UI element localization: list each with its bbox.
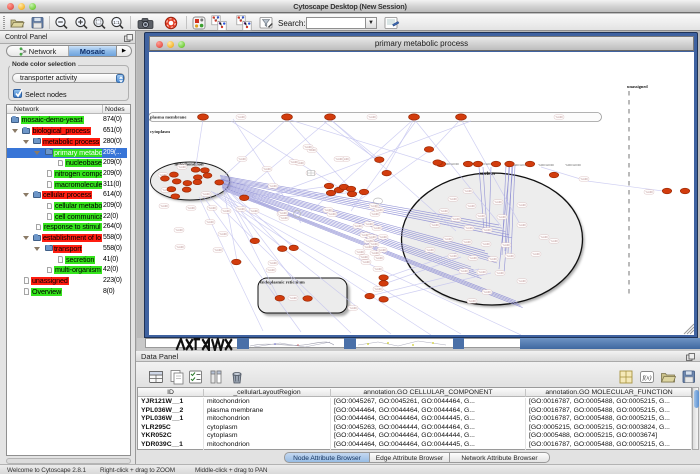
- svg-text:Yxx00: Yxx00: [496, 271, 504, 275]
- svg-text:Yxx00: Yxx00: [250, 209, 258, 213]
- svg-text:Yxx00: Yxx00: [431, 223, 439, 227]
- svg-text:nucleus: nucleus: [479, 172, 495, 177]
- svg-text:Yx00 GO:00: Yx00 GO:00: [565, 163, 581, 167]
- svg-text:Yxx00: Yxx00: [375, 208, 383, 212]
- svg-text:Yxx00: Yxx00: [373, 226, 381, 230]
- svg-text:Yxx00: Yxx00: [160, 204, 168, 208]
- svg-text:Yxx00: Yxx00: [263, 167, 271, 171]
- svg-text:Yxx00: Yxx00: [175, 228, 183, 232]
- svg-text:Yxx00: Yxx00: [645, 190, 653, 194]
- svg-text:Yxx00: Yxx00: [440, 209, 448, 213]
- svg-text:Yxx00: Yxx00: [464, 189, 472, 193]
- svg-text:Yxx00: Yxx00: [368, 235, 376, 239]
- svg-text:Yxx00: Yxx00: [379, 235, 387, 239]
- svg-text:Yxx00: Yxx00: [467, 204, 475, 208]
- svg-text:Yxx00: Yxx00: [449, 254, 457, 258]
- svg-text:Yxx00: Yxx00: [426, 248, 434, 252]
- svg-text:Yxx00: Yxx00: [222, 209, 230, 213]
- svg-text:Yxx00: Yxx00: [506, 254, 514, 258]
- svg-text:Yxx00: Yxx00: [354, 224, 362, 228]
- svg-text:Yxx00: Yxx00: [483, 290, 491, 294]
- svg-text:Yxx00: Yxx00: [328, 212, 336, 216]
- svg-text:Yxx00: Yxx00: [370, 242, 378, 246]
- svg-text:Yxx00: Yxx00: [371, 212, 379, 216]
- svg-text:Yxx00: Yxx00: [444, 237, 452, 241]
- svg-text:unassigned: unassigned: [627, 84, 648, 89]
- svg-text:Yxx00: Yxx00: [269, 184, 277, 188]
- svg-text:Yxx00: Yxx00: [237, 207, 245, 211]
- svg-text:Yxx00: Yxx00: [498, 215, 506, 219]
- svg-text:Yxx00: Yxx00: [468, 299, 476, 303]
- svg-text:Yxx00: Yxx00: [267, 268, 275, 272]
- svg-text:Yxx00: Yxx00: [335, 157, 343, 161]
- svg-text:Yxx00: Yxx00: [460, 269, 468, 273]
- svg-text:Yxx00: Yxx00: [518, 223, 526, 227]
- svg-text:Yxx00: Yxx00: [449, 197, 457, 201]
- svg-text:Yxx00: Yxx00: [374, 287, 382, 291]
- svg-text:Yxx00: Yxx00: [362, 260, 370, 264]
- svg-text:Yxx00: Yxx00: [187, 206, 195, 210]
- svg-text:Yxx00: Yxx00: [375, 256, 383, 260]
- svg-text:f(x): f(x): [642, 375, 651, 382]
- svg-text:Yxx00: Yxx00: [452, 217, 460, 221]
- svg-text:Yxx00: Yxx00: [371, 251, 379, 255]
- svg-text:Yx00 GO:00: Yx00 GO:00: [538, 163, 554, 167]
- svg-text:Yxx00: Yxx00: [279, 211, 287, 215]
- svg-text:Yxx00: Yxx00: [269, 261, 277, 265]
- svg-text:Yxx00: Yxx00: [494, 200, 502, 204]
- svg-text:Yxx00: Yxx00: [324, 208, 332, 212]
- svg-text:Yxx00: Yxx00: [178, 165, 186, 169]
- svg-text:Yxx00: Yxx00: [368, 115, 376, 119]
- svg-text:Yxx00: Yxx00: [477, 214, 485, 218]
- svg-text:Yxx00: Yxx00: [550, 239, 558, 243]
- svg-text:Yxx00: Yxx00: [555, 115, 563, 119]
- svg-text:Yxx00: Yxx00: [238, 157, 246, 161]
- svg-text:Yxx00: Yxx00: [478, 270, 486, 274]
- svg-text:plasma membrane: plasma membrane: [150, 115, 186, 120]
- svg-text:1:1: 1:1: [113, 20, 120, 25]
- svg-text:Yxx00: Yxx00: [356, 250, 364, 254]
- svg-text:Yxx00: Yxx00: [176, 245, 184, 249]
- svg-text:Yxx00: Yxx00: [540, 235, 548, 239]
- svg-text:Yxx00: Yxx00: [365, 222, 373, 226]
- svg-text:Yxx00: Yxx00: [206, 220, 214, 224]
- svg-text:Yxx00: Yxx00: [202, 192, 210, 196]
- svg-text:Yxx00: Yxx00: [208, 206, 216, 210]
- svg-text:Yxx00: Yxx00: [374, 267, 382, 271]
- svg-text:Yxx00: Yxx00: [532, 252, 540, 256]
- svg-text:Yxx00: Yxx00: [469, 256, 477, 260]
- svg-text:Yxx00: Yxx00: [482, 242, 490, 246]
- svg-text:Yxx00: Yxx00: [518, 279, 526, 283]
- svg-text:Yxx00: Yxx00: [463, 240, 471, 244]
- svg-text:Yxx00: Yxx00: [280, 216, 288, 220]
- svg-text:Yxx00: Yxx00: [580, 177, 588, 181]
- svg-text:Yxx00: Yxx00: [289, 296, 297, 300]
- svg-text:Yxx00: Yxx00: [489, 257, 497, 261]
- svg-text:Yxx00: Yxx00: [483, 228, 491, 232]
- svg-text:Yxx00: Yxx00: [304, 145, 312, 149]
- svg-text:Yxx00: Yxx00: [502, 243, 510, 247]
- svg-text:Yxx00: Yxx00: [360, 255, 368, 259]
- svg-text:Yxx00: Yxx00: [370, 204, 378, 208]
- svg-text:Yxx00: Yxx00: [465, 226, 473, 230]
- svg-text:Yxx00: Yxx00: [219, 232, 227, 236]
- svg-text:cytoplasm: cytoplasm: [150, 129, 170, 134]
- svg-text:Yxx00: Yxx00: [349, 306, 357, 310]
- svg-text:Yxx00: Yxx00: [290, 160, 298, 164]
- svg-text:Yxx00: Yxx00: [237, 115, 245, 119]
- svg-text:Yxx00: Yxx00: [518, 203, 526, 207]
- svg-text:Yxx00: Yxx00: [214, 248, 222, 252]
